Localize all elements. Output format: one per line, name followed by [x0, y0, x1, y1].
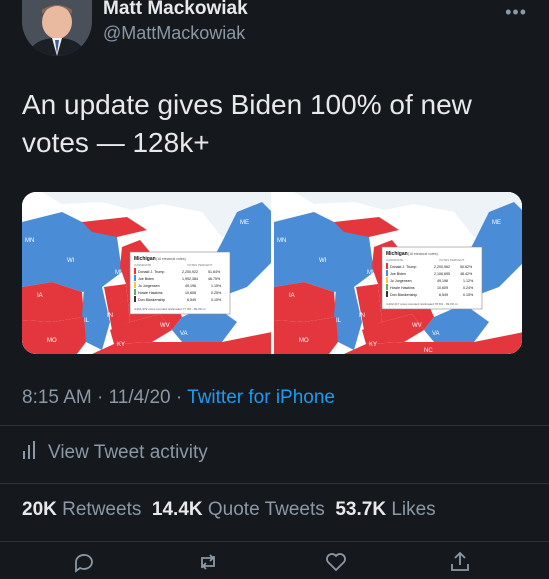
map-panel-after: MN WI MI IA IL IN MO KY WV VA ME NC Michigan (16…: [274, 192, 522, 354]
svg-text:(16 electoral votes): (16 electoral votes): [156, 257, 186, 261]
author-handle[interactable]: @MattMackowiak: [103, 23, 245, 44]
view-tweet-activity[interactable]: View Tweet activity: [22, 441, 208, 465]
svg-text:KY: KY: [369, 342, 377, 348]
svg-text:IL: IL: [336, 318, 342, 324]
svg-text:IN: IN: [359, 313, 365, 319]
svg-text:Michigan: Michigan: [134, 256, 156, 262]
activity-label: View Tweet activity: [48, 442, 208, 463]
svg-text:IA: IA: [289, 293, 295, 299]
svg-text:CANDIDATE: CANDIDATE: [134, 263, 151, 267]
svg-text:WI: WI: [67, 258, 75, 264]
svg-text:Joe Biden: Joe Biden: [390, 272, 406, 276]
svg-text:Joe Biden: Joe Biden: [138, 277, 154, 281]
likes-count: 53.7K: [335, 499, 387, 520]
svg-text:Jo Jorgensen: Jo Jorgensen: [138, 284, 160, 288]
svg-text:1.12%: 1.12%: [463, 279, 474, 283]
svg-text:MN: MN: [277, 238, 286, 244]
svg-text:51.64%: 51.64%: [208, 270, 221, 274]
svg-text:(16 electoral votes): (16 electoral votes): [408, 252, 438, 256]
svg-text:MO: MO: [299, 338, 309, 344]
svg-text:Don Blankenship: Don Blankenship: [138, 298, 165, 302]
svg-text:MI: MI: [367, 270, 374, 276]
svg-text:VOTES PERCENT: VOTES PERCENT: [187, 263, 213, 267]
action-bar: [0, 550, 549, 574]
svg-text:ME: ME: [240, 220, 249, 226]
svg-text:0.25%: 0.25%: [211, 291, 222, 295]
svg-text:ME: ME: [492, 220, 501, 226]
svg-text:0.15%: 0.15%: [211, 298, 222, 302]
svg-text:6,549: 6,549: [187, 298, 196, 302]
svg-text:0.15%: 0.15%: [463, 293, 474, 297]
svg-text:1.15%: 1.15%: [211, 284, 222, 288]
tweet-stats: 20K Retweets 14.4K Quote Tweets 53.7K Li…: [22, 499, 436, 521]
svg-text:Donald J. Trump: Donald J. Trump: [138, 270, 164, 274]
svg-text:NC: NC: [424, 348, 433, 354]
meta-separator-2: ·: [170, 387, 188, 408]
svg-text:IA: IA: [37, 293, 43, 299]
tweet-date[interactable]: 11/4/20: [109, 387, 171, 408]
svg-text:VA: VA: [180, 331, 188, 337]
svg-text:WV: WV: [160, 323, 170, 329]
meta-separator: ·: [91, 387, 109, 408]
svg-text:Jo Jorgensen: Jo Jorgensen: [390, 279, 412, 283]
svg-text:Don Blankenship: Don Blankenship: [390, 293, 417, 297]
svg-text:4,261,979 votes counted. Estim: 4,261,979 votes counted. Estimated 77.3%…: [134, 307, 206, 311]
bar-chart-icon: [22, 441, 38, 465]
svg-text:IN: IN: [107, 313, 113, 319]
svg-text:Michigan: Michigan: [386, 251, 408, 257]
svg-text:2,200,962: 2,200,962: [434, 265, 450, 269]
retweets-stat[interactable]: 20K Retweets: [22, 499, 141, 520]
svg-text:VOTES PERCENT: VOTES PERCENT: [439, 258, 465, 262]
quotes-count: 14.4K: [151, 499, 203, 520]
svg-text:MI: MI: [115, 270, 122, 276]
tweet-time: 8:15 AM: [22, 387, 92, 408]
divider: [0, 541, 549, 542]
svg-text:2,106,695: 2,106,695: [434, 272, 450, 276]
retweet-icon[interactable]: [196, 550, 220, 574]
svg-text:49,196: 49,196: [185, 284, 196, 288]
svg-text:WV: WV: [412, 323, 422, 329]
tweet-text: An update gives Biden 100% of new votes …: [22, 89, 472, 158]
more-options-icon[interactable]: •••: [505, 2, 527, 23]
svg-text:WI: WI: [319, 258, 327, 264]
likes-label: Likes: [391, 499, 436, 520]
likes-stat[interactable]: 53.7K Likes: [335, 499, 435, 520]
svg-text:CANDIDATE: CANDIDATE: [386, 258, 403, 262]
svg-text:10,608: 10,608: [185, 291, 196, 295]
tweet-source-link[interactable]: Twitter for iPhone: [187, 387, 335, 408]
svg-text:0.24%: 0.24%: [463, 286, 474, 290]
svg-text:Howie Hawkins: Howie Hawkins: [390, 286, 415, 290]
svg-text:4,402,217 votes counted. Estim: 4,402,217 votes counted. Estimated 78.6%…: [386, 302, 458, 306]
svg-text:2,200,922: 2,200,922: [182, 270, 198, 274]
avatar[interactable]: [22, 0, 92, 56]
author-name[interactable]: Matt Mackowiak: [103, 0, 248, 20]
svg-text:IL: IL: [84, 318, 90, 324]
divider: [0, 425, 549, 426]
svg-text:48.42%: 48.42%: [460, 272, 473, 276]
quotes-stat[interactable]: 14.4K Quote Tweets: [152, 499, 325, 520]
like-icon[interactable]: [324, 550, 348, 574]
svg-text:VA: VA: [432, 331, 440, 337]
svg-text:1,992,384: 1,992,384: [182, 277, 198, 281]
svg-text:10,609: 10,609: [437, 286, 448, 290]
svg-text:46.75%: 46.75%: [208, 277, 221, 281]
svg-text:KY: KY: [117, 342, 125, 348]
svg-text:49,196: 49,196: [437, 279, 448, 283]
svg-text:6,549: 6,549: [439, 293, 448, 297]
svg-text:MN: MN: [25, 238, 34, 244]
tweet-meta: 8:15 AM · 11/4/20 · Twitter for iPhone: [22, 387, 335, 409]
svg-text:Howie Hawkins: Howie Hawkins: [138, 291, 163, 295]
share-icon[interactable]: [448, 550, 472, 574]
quotes-label: Quote Tweets: [207, 499, 325, 520]
svg-text:MO: MO: [47, 338, 57, 344]
svg-text:50.62%: 50.62%: [460, 265, 473, 269]
divider: [0, 483, 549, 484]
retweets-label: Retweets: [62, 499, 142, 520]
svg-text:Donald J. Trump: Donald J. Trump: [390, 265, 416, 269]
retweets-count: 20K: [22, 499, 57, 520]
tweet-media[interactable]: MN WI MI IA IL IN MO KY WV VA ME Michigan (16 e…: [22, 192, 522, 354]
map-panel-before: MN WI MI IA IL IN MO KY WV VA ME Michigan (16 e…: [22, 192, 272, 354]
reply-icon[interactable]: [72, 550, 96, 574]
